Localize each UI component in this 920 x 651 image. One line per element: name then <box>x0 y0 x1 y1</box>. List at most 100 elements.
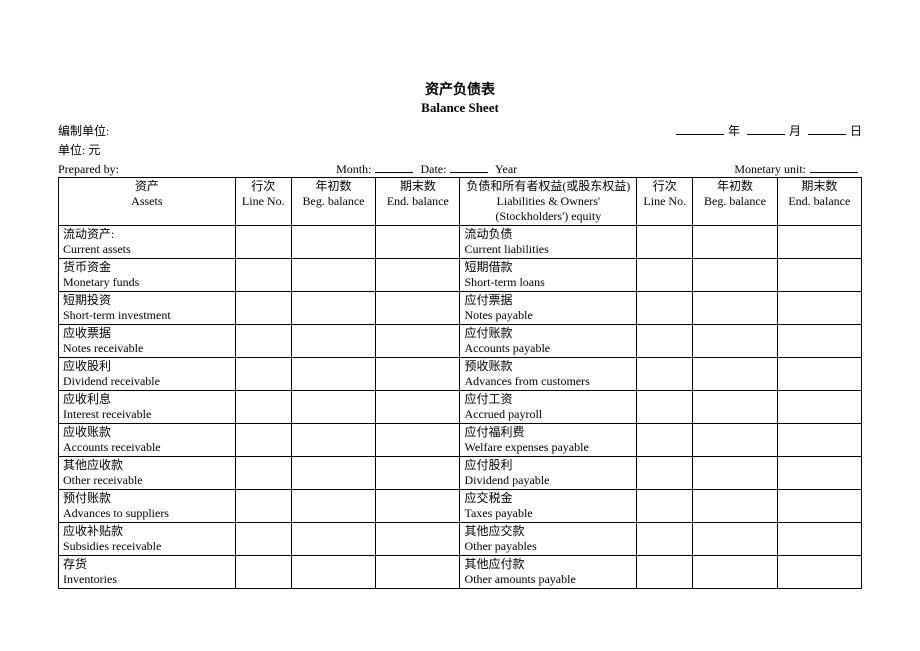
beg-balance-cell-r <box>693 325 777 358</box>
table-row: 存货Inventories 其他应付款Other amounts payable <box>59 556 862 589</box>
asset-en: Other receivable <box>63 473 231 488</box>
table-row: 预付账款Advances to suppliers应交税金Taxes payab… <box>59 490 862 523</box>
liab-cn: 应交税金 <box>464 491 632 506</box>
liab-cell: 应付福利费Welfare expenses payable <box>460 424 637 457</box>
table-row: 应收利息Interest receivable应付工资Accrued payro… <box>59 391 862 424</box>
beg-balance-cell-r <box>693 490 777 523</box>
line-no-cell-r <box>637 424 693 457</box>
header-row: 资产Assets 行次Line No. 年初数Beg. balance 期末数E… <box>59 178 862 226</box>
h-beg-1: 年初数Beg. balance <box>291 178 375 226</box>
beg-balance-cell <box>291 391 375 424</box>
month-en-label: Month: <box>336 162 371 176</box>
line-no-cell <box>235 457 291 490</box>
line-no-cell-r <box>637 391 693 424</box>
year-label: 年 <box>728 124 740 138</box>
asset-en: Subsidies receivable <box>63 539 231 554</box>
line-no-cell <box>235 556 291 589</box>
line-no-cell <box>235 490 291 523</box>
end-balance-cell <box>376 424 460 457</box>
asset-cell: 预付账款Advances to suppliers <box>59 490 236 523</box>
asset-cn: 应收补贴款 <box>63 524 231 539</box>
asset-cell: 应收股利Dividend receivable <box>59 358 236 391</box>
beg-balance-cell <box>291 457 375 490</box>
beg-balance-cell-r <box>693 556 777 589</box>
end-balance-cell-r <box>777 424 861 457</box>
end-balance-cell-r <box>777 226 861 259</box>
liab-cn: 短期借款 <box>464 260 632 275</box>
h-end-en-2: End. balance <box>782 194 857 209</box>
end-balance-cell <box>376 358 460 391</box>
asset-en: Current assets <box>63 242 231 257</box>
line-no-cell <box>235 391 291 424</box>
h-beg-cn-1: 年初数 <box>296 179 371 194</box>
monetary-unit-label: Monetary unit: <box>734 162 806 176</box>
asset-cn: 应收账款 <box>63 425 231 440</box>
h-assets-en: Assets <box>63 194 231 209</box>
asset-en: Advances to suppliers <box>63 506 231 521</box>
liab-cn: 应付账款 <box>464 326 632 341</box>
table-row: 货币资金Monetary funds短期借款Short-term loans <box>59 259 862 292</box>
liab-cell: 应付账款Accounts payable <box>460 325 637 358</box>
end-balance-cell-r <box>777 391 861 424</box>
table-row: 应收股利Dividend receivable 预收账款Advances from… <box>59 358 862 391</box>
h-beg-2: 年初数Beg. balance <box>693 178 777 226</box>
h-end-en-1: End. balance <box>380 194 455 209</box>
asset-en: Inventories <box>63 572 231 587</box>
asset-cn: 其他应收款 <box>63 458 231 473</box>
monetary-unit: Monetary unit: <box>734 162 862 177</box>
table-row: 应收票据Notes receivable应付账款Accounts payable <box>59 325 862 358</box>
end-balance-cell <box>376 490 460 523</box>
asset-en: Accounts receivable <box>63 440 231 455</box>
end-balance-cell-r <box>777 259 861 292</box>
asset-en: Monetary funds <box>63 275 231 290</box>
table-body: 流动资产:Current assets流动负债Current liabiliti… <box>59 226 862 589</box>
beg-balance-cell <box>291 556 375 589</box>
h-end-cn-2: 期末数 <box>782 179 857 194</box>
end-balance-cell <box>376 457 460 490</box>
liab-en: Other amounts payable <box>464 572 632 587</box>
end-balance-cell <box>376 259 460 292</box>
h-beg-cn-2: 年初数 <box>697 179 772 194</box>
meta-line-3: Prepared by: Month: Date: Year Monetary … <box>58 162 862 177</box>
year-en-label: Year <box>495 162 517 176</box>
h-line-en-1: Line No. <box>240 194 287 209</box>
line-no-cell <box>235 226 291 259</box>
line-no-cell <box>235 424 291 457</box>
end-balance-cell-r <box>777 358 861 391</box>
date-en: Month: Date: Year <box>119 162 734 177</box>
beg-balance-cell <box>291 259 375 292</box>
end-balance-cell-r <box>777 292 861 325</box>
month-blank <box>747 124 785 135</box>
end-balance-cell-r <box>777 457 861 490</box>
unit-label: 单位: 元 <box>58 141 100 158</box>
liab-cn: 应付票据 <box>464 293 632 308</box>
day-label: 日 <box>850 124 862 138</box>
end-balance-cell <box>376 391 460 424</box>
table-row: 短期投资Short-term investment应付票据Notes payab… <box>59 292 862 325</box>
beg-balance-cell-r <box>693 358 777 391</box>
h-end-2: 期末数End. balance <box>777 178 861 226</box>
asset-cell: 短期投资Short-term investment <box>59 292 236 325</box>
h-liab-cn: 负债和所有者权益(或股东权益) <box>464 179 632 194</box>
liab-en: Welfare expenses payable <box>464 440 632 455</box>
end-balance-cell-r <box>777 490 861 523</box>
prepared-by-label: Prepared by: <box>58 162 119 177</box>
end-balance-cell <box>376 325 460 358</box>
end-balance-cell <box>376 226 460 259</box>
h-line-en-2: Line No. <box>641 194 688 209</box>
line-no-cell-r <box>637 457 693 490</box>
h-beg-en-1: Beg. balance <box>296 194 371 209</box>
asset-cell: 存货Inventories <box>59 556 236 589</box>
beg-balance-cell <box>291 358 375 391</box>
h-beg-en-2: Beg. balance <box>697 194 772 209</box>
liab-cell: 预收账款Advances from customers <box>460 358 637 391</box>
liab-en: Dividend payable <box>464 473 632 488</box>
year-blank <box>676 124 724 135</box>
table-row: 应收账款Accounts receivable 应付福利费Welfare expe… <box>59 424 862 457</box>
line-no-cell-r <box>637 523 693 556</box>
table-row: 流动资产:Current assets流动负债Current liabiliti… <box>59 226 862 259</box>
date-cn: 年 月 日 <box>672 122 862 139</box>
liab-cn: 其他应付款 <box>464 557 632 572</box>
end-balance-cell <box>376 556 460 589</box>
liab-cn: 流动负债 <box>464 227 632 242</box>
